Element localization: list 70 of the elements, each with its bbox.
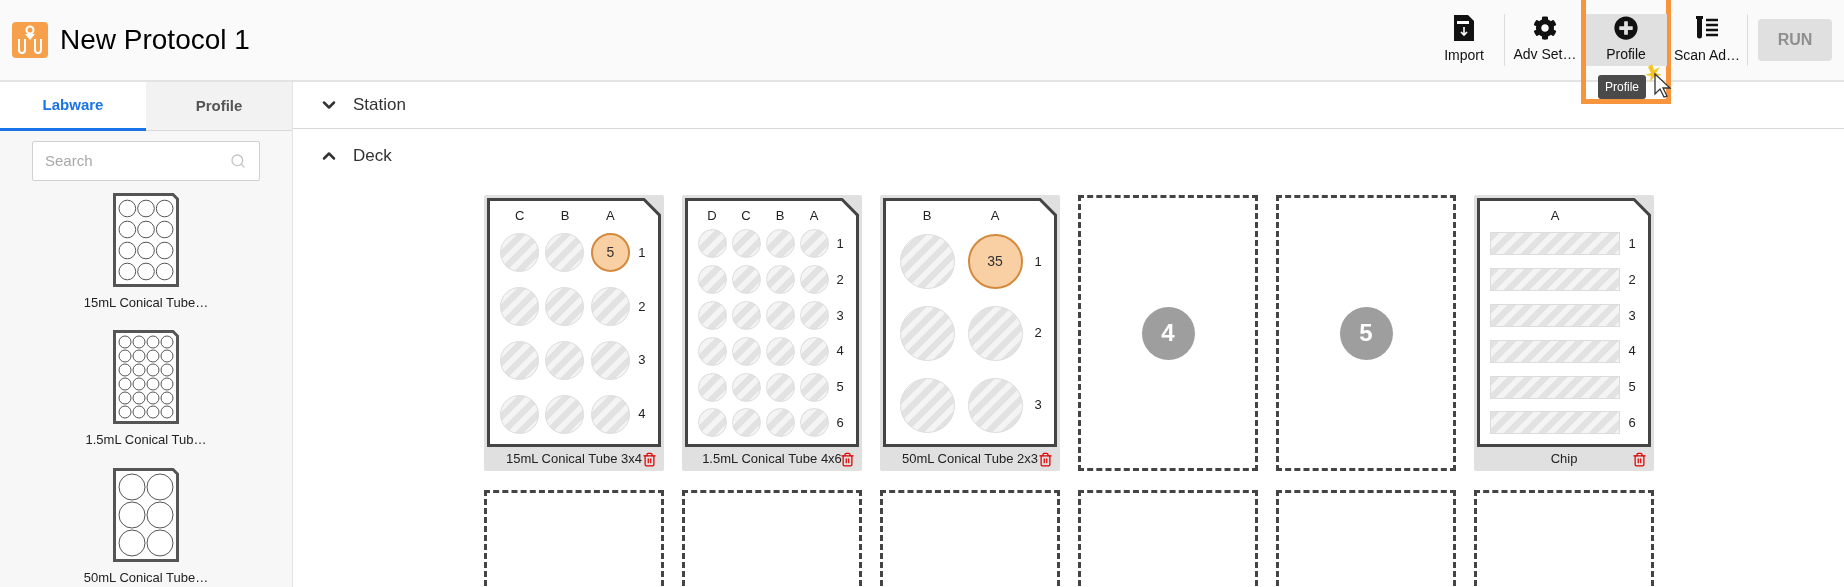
- search-field[interactable]: Search: [32, 141, 260, 181]
- section-header[interactable]: Deck: [293, 129, 1844, 183]
- column-label: A: [606, 207, 615, 225]
- column-label: B: [775, 207, 785, 225]
- test-tube-list-icon: [1694, 14, 1720, 41]
- row-label: 4: [836, 342, 844, 361]
- app-logo: [12, 22, 48, 58]
- tube-rack-icon[interactable]: [113, 330, 179, 424]
- labware-item-label[interactable]: 15mL Conical Tube…: [83, 292, 209, 312]
- row-label: 2: [638, 297, 646, 316]
- labware-card[interactable]: D C B A 1 2 3 4 5 6 1.5mL Conical Tube 4x6: [682, 195, 862, 471]
- trash-icon[interactable]: [840, 451, 855, 467]
- file-download-icon: [1454, 14, 1474, 41]
- row-label: 1: [1628, 234, 1636, 253]
- row-label: 2: [1628, 270, 1636, 289]
- settings-icon: [1533, 15, 1557, 40]
- chip-lane[interactable]: [1490, 267, 1620, 291]
- row-label: 5: [836, 378, 844, 397]
- toolbar-button[interactable]: Import: [1424, 14, 1504, 66]
- toolbar-button[interactable]: Adv Set…: [1505, 14, 1585, 66]
- column-label: A: [1550, 207, 1560, 225]
- column-label: A: [809, 207, 819, 225]
- sidebar-tab[interactable]: Profile: [146, 82, 292, 132]
- chip-lane[interactable]: [1490, 303, 1620, 327]
- chip-lane[interactable]: [1490, 375, 1620, 399]
- row-label: 1: [836, 234, 844, 253]
- chip-lane[interactable]: [1490, 231, 1620, 255]
- row-label: 3: [836, 306, 844, 325]
- column-label: B: [560, 207, 570, 225]
- search-icon: [230, 153, 246, 170]
- toolbar-button[interactable]: Scan Ad…: [1667, 14, 1747, 66]
- slot-number: 4: [1141, 306, 1195, 360]
- row-label: 5: [1628, 378, 1636, 397]
- tooltip: Profile: [1598, 75, 1646, 99]
- row-label: 2: [836, 270, 844, 289]
- column-label: A: [990, 207, 1000, 225]
- trash-icon[interactable]: [642, 451, 657, 467]
- row-label: 3: [638, 351, 646, 370]
- labware-name: 50mL Conical Tube 2x3: [901, 450, 1039, 469]
- labware-card[interactable]: A 1 2 3 4 5 6 Chip: [1474, 195, 1654, 471]
- row-label: 3: [1628, 306, 1636, 325]
- labware-item-label[interactable]: 1.5mL Conical Tub…: [85, 430, 207, 450]
- toolbar-button[interactable]: Profile: [1586, 14, 1666, 66]
- trash-icon[interactable]: [1632, 451, 1647, 467]
- labware-name: 1.5mL Conical Tube 4x6: [702, 450, 842, 469]
- column-label: D: [707, 207, 717, 225]
- sidebar-tab[interactable]: Labware: [0, 82, 146, 132]
- labware-item-label[interactable]: 50mL Conical Tube…: [83, 567, 209, 587]
- labware-card[interactable]: B A 35 1 2 3 50mL Conical Tube 2x3: [880, 195, 1060, 471]
- row-label: 2: [1034, 324, 1042, 343]
- column-label: C: [514, 207, 525, 225]
- tube-rack-icon[interactable]: [113, 192, 179, 287]
- row-label: 1: [638, 243, 646, 262]
- tube-rack-icon[interactable]: [113, 467, 179, 562]
- labware-name: 15mL Conical Tube 3x4: [505, 450, 643, 469]
- trash-icon[interactable]: [1038, 451, 1053, 467]
- labware-card[interactable]: C B A 5 1 2 3 4 15mL Conical Tube 3x4: [484, 195, 664, 471]
- chip-lane[interactable]: [1490, 339, 1620, 363]
- chip-lane[interactable]: [1490, 411, 1620, 435]
- row-label: 4: [638, 405, 646, 424]
- column-label: C: [741, 207, 751, 225]
- row-label: 6: [1628, 414, 1636, 433]
- column-label: B: [922, 207, 932, 225]
- row-label: 6: [836, 414, 844, 433]
- slot-number: 5: [1339, 306, 1393, 360]
- row-label: 4: [1628, 342, 1636, 361]
- labware-name: Chip: [1550, 450, 1578, 469]
- row-label: 1: [1034, 252, 1042, 271]
- row-label: 3: [1034, 396, 1042, 415]
- protocol-title: New Protocol 1: [60, 23, 250, 57]
